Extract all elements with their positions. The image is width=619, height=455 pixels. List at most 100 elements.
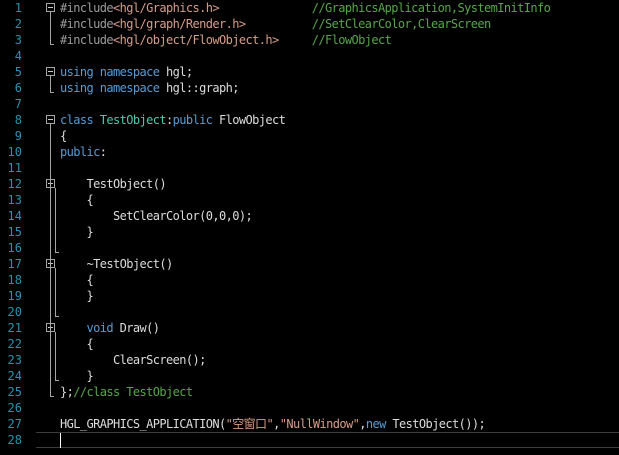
code-token: void <box>86 321 114 335</box>
code-line[interactable]: 21 void Draw() <box>0 320 619 336</box>
code-text: { <box>60 128 67 144</box>
code-line[interactable]: 8 class TestObject:public FlowObject <box>0 112 619 128</box>
code-token: } <box>60 225 94 239</box>
code-line[interactable]: 4 <box>0 48 619 64</box>
code-line[interactable]: 6 using namespace hgl::graph; <box>0 80 619 96</box>
current-line-highlight <box>36 432 619 448</box>
fold-guide <box>50 76 51 92</box>
code-line[interactable]: 17 ~TestObject() <box>0 256 619 272</box>
code-line[interactable]: 22 { <box>0 336 619 352</box>
code-line[interactable]: 27 HGL_GRAPHICS_APPLICATION("空窗口","NullWi… <box>0 416 619 432</box>
line-number: 15 <box>7 225 22 239</box>
code-token: "NullWindow" <box>279 417 360 431</box>
code-token: <hgl/Graphics.h> <box>113 1 220 15</box>
line-number: 5 <box>14 65 22 79</box>
code-line[interactable]: 25 };//class TestObject <box>0 384 619 400</box>
line-number: 6 <box>14 81 22 95</box>
fold-collapse-icon[interactable] <box>46 3 55 12</box>
line-number: 28 <box>7 433 22 447</box>
code-line[interactable]: 26 <box>0 400 619 416</box>
code-line[interactable]: 1 #include<hgl/Graphics.h> //GraphicsAppl… <box>0 0 619 16</box>
code-token: , <box>273 417 280 431</box>
code-line[interactable]: 14 SetClearColor(0,0,0); <box>0 208 619 224</box>
code-token: //class TestObject <box>73 385 193 399</box>
fold-collapse-icon[interactable] <box>46 115 55 124</box>
code-token: <hgl/graph/Render.h> <box>113 17 246 31</box>
line-number: 23 <box>7 353 22 367</box>
fold-guide-end <box>55 316 59 317</box>
code-line[interactable]: 15 } <box>0 224 619 240</box>
code-token: , <box>359 417 366 431</box>
code-text: class TestObject:public FlowObject <box>60 112 286 128</box>
code-text: #include<hgl/graph/Render.h> //SetClearC… <box>60 16 491 32</box>
code-token: <hgl/object/FlowObject.h> <box>113 33 279 47</box>
code-token: class <box>60 113 94 127</box>
line-number: 21 <box>7 321 22 335</box>
code-text: ~TestObject() <box>60 256 173 272</box>
code-text: #include<hgl/Graphics.h> //GraphicsAppli… <box>60 0 551 16</box>
code-token: public <box>60 145 100 159</box>
code-line[interactable]: 13 { <box>0 192 619 208</box>
fold-guide <box>55 332 56 380</box>
line-number: 7 <box>14 97 22 111</box>
code-text: public: <box>60 144 107 160</box>
code-text: } <box>60 288 93 304</box>
code-token: "空窗口" <box>225 417 274 431</box>
code-line[interactable]: 3 #include<hgl/object/FlowObject.h> //Flo… <box>0 32 619 48</box>
code-line[interactable]: 10 public: <box>0 144 619 160</box>
fold-guide-end <box>55 252 59 253</box>
code-line[interactable]: 19 } <box>0 288 619 304</box>
fold-guide <box>55 268 56 316</box>
code-token: hgl; <box>159 65 193 79</box>
code-line[interactable]: 23 ClearScreen(); <box>0 352 619 368</box>
code-token: } <box>60 289 94 303</box>
code-token: } <box>60 369 94 383</box>
code-token: namespace <box>99 65 160 79</box>
line-number: 18 <box>7 273 22 287</box>
code-line[interactable]: 5 using namespace hgl; <box>0 64 619 80</box>
code-token: #include <box>60 33 114 47</box>
code-editor[interactable]: 1 #include<hgl/Graphics.h> //GraphicsAppl… <box>0 0 619 455</box>
code-line[interactable]: 9{ <box>0 128 619 144</box>
code-token: : <box>99 145 107 159</box>
code-line[interactable]: 16 <box>0 240 619 256</box>
code-line[interactable]: 20 <box>0 304 619 320</box>
line-number: 16 <box>7 241 22 255</box>
code-text: };//class TestObject <box>60 384 193 400</box>
fold-guide <box>55 188 56 252</box>
code-token: #include <box>60 1 114 15</box>
line-number: 4 <box>14 49 22 63</box>
line-number: 27 <box>7 417 22 431</box>
line-number: 24 <box>7 369 22 383</box>
code-token: Draw() <box>113 321 160 335</box>
code-token: ClearScreen(); <box>60 353 206 367</box>
code-text: { <box>60 192 93 208</box>
code-line[interactable]: 7 <box>0 96 619 112</box>
code-token: TestObject()); <box>385 417 486 431</box>
code-text: { <box>60 272 93 288</box>
code-text: TestObject() <box>60 176 166 192</box>
code-token: using <box>60 65 94 79</box>
code-token: FlowObject <box>212 113 286 127</box>
code-text: SetClearColor(0,0,0); <box>60 208 253 224</box>
fold-guide-end <box>50 44 54 45</box>
fold-guide-end <box>50 396 54 397</box>
code-text: { <box>60 336 93 352</box>
code-line[interactable]: 2 #include<hgl/graph/Render.h> //SetClear… <box>0 16 619 32</box>
fold-collapse-icon[interactable] <box>46 67 55 76</box>
line-number: 10 <box>7 145 22 159</box>
code-line[interactable]: 11 <box>0 160 619 176</box>
code-line[interactable]: 12 TestObject() <box>0 176 619 192</box>
line-number: 9 <box>14 129 22 143</box>
code-text: } <box>60 224 93 240</box>
code-token: { <box>60 129 67 143</box>
code-text: void Draw() <box>60 320 160 336</box>
line-number: 25 <box>7 385 22 399</box>
code-line[interactable]: 24 } <box>0 368 619 384</box>
code-line[interactable]: 18 { <box>0 272 619 288</box>
line-number: 12 <box>7 177 22 191</box>
